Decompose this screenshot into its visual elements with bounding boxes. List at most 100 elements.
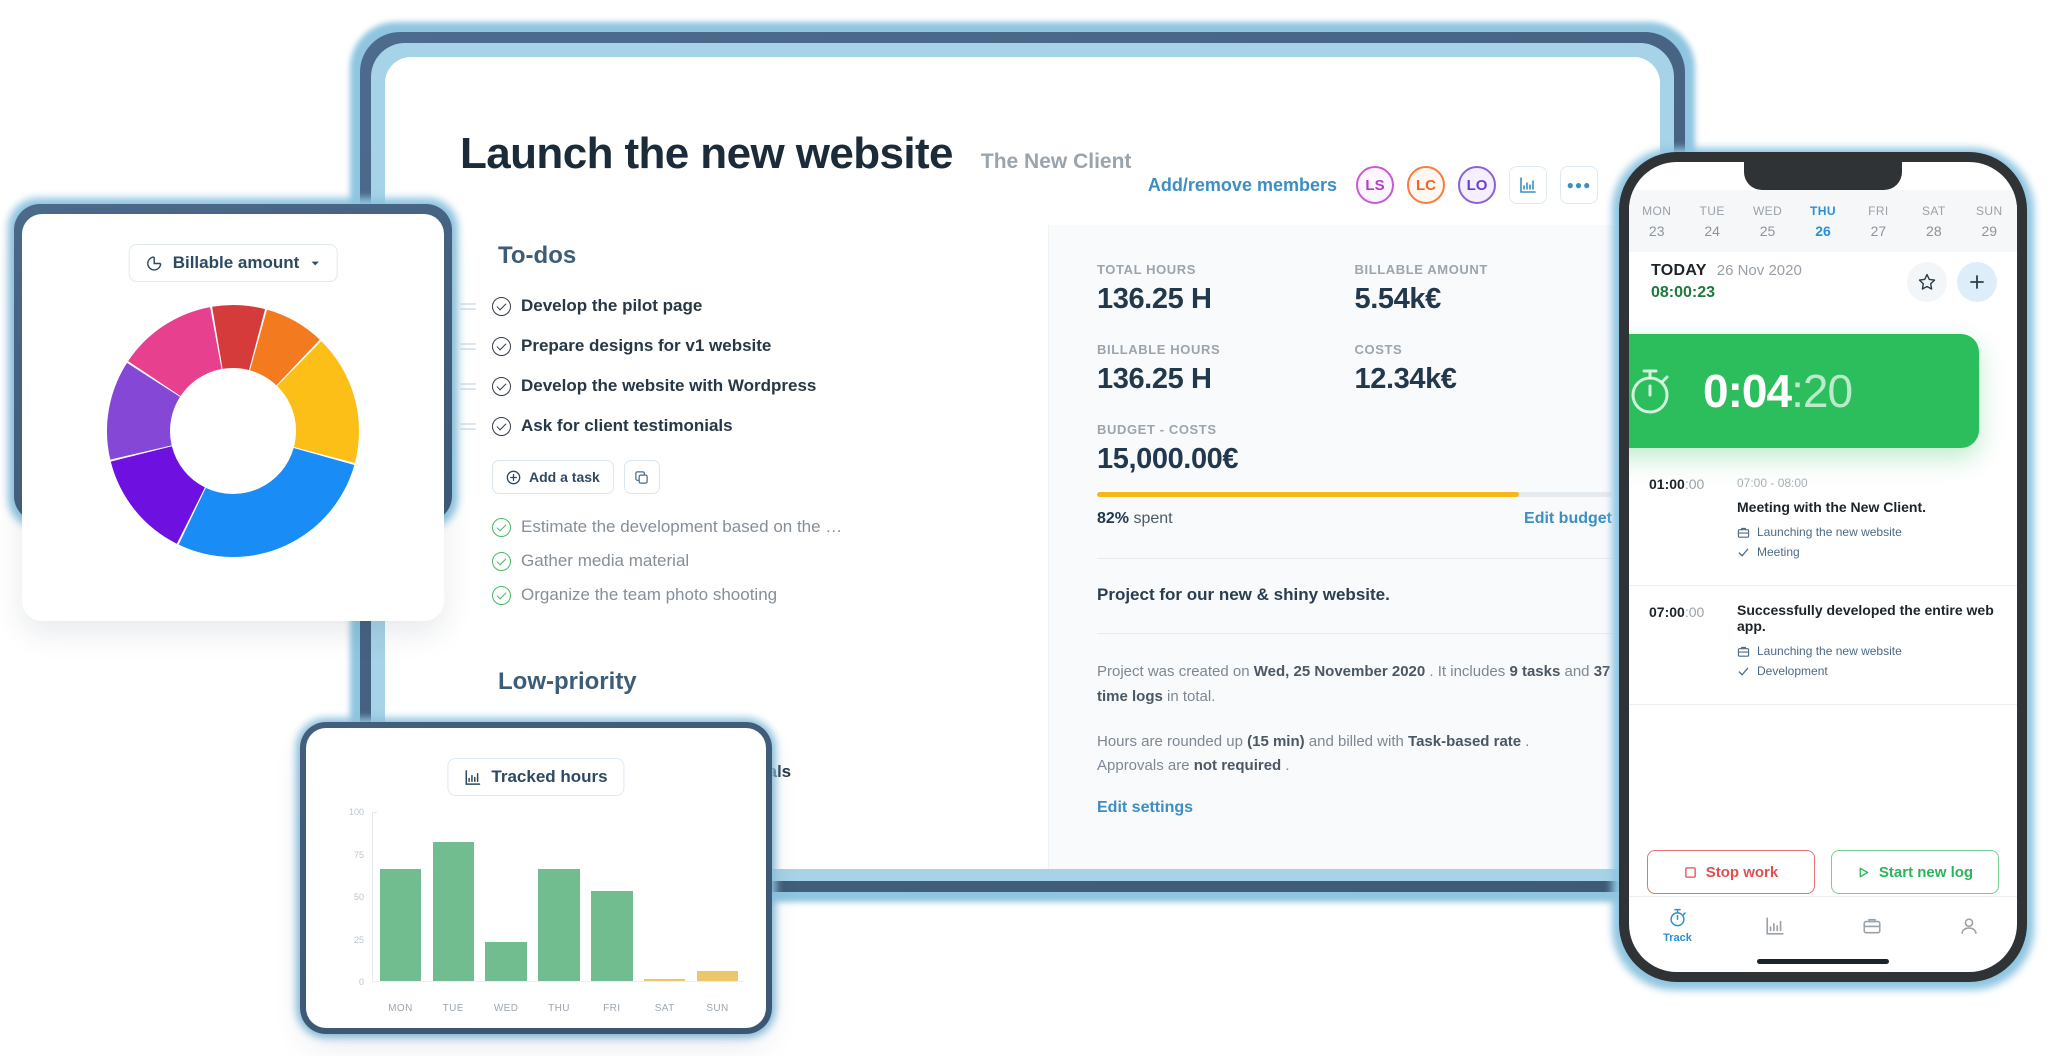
meta-text: and: [1560, 663, 1593, 680]
stop-icon: [1684, 866, 1697, 879]
checkbox-icon[interactable]: [492, 552, 511, 571]
stopwatch-icon: [1667, 907, 1688, 928]
x-axis-line: [372, 981, 744, 982]
stop-work-button[interactable]: Stop work: [1647, 850, 1815, 894]
bar-chart-icon[interactable]: [1509, 166, 1547, 204]
log-task-label: Meeting: [1757, 545, 1800, 559]
checkbox-icon[interactable]: [492, 337, 511, 356]
project-meta: Project was created on Wed, 25 November …: [1097, 633, 1612, 817]
project-description: Project for our new & shiny website.: [1097, 585, 1612, 605]
briefcase-icon: [1737, 645, 1750, 658]
meta-rounding: (15 min): [1247, 733, 1305, 750]
week-day[interactable]: SAT28: [1906, 204, 1961, 239]
completed-task-row[interactable]: Estimate the development based on the …: [492, 510, 980, 544]
completed-task-row[interactable]: Organize the team photo shooting: [492, 578, 980, 612]
bar[interactable]: [538, 869, 579, 981]
task-label: Prepare designs for v1 website: [521, 336, 771, 356]
star-icon[interactable]: [1907, 262, 1947, 302]
bar[interactable]: [433, 842, 474, 981]
avatar[interactable]: LO: [1458, 166, 1496, 204]
tab-track[interactable]: Track: [1629, 907, 1726, 944]
week-day-name: SUN: [1962, 204, 2017, 218]
week-day[interactable]: FRI27: [1851, 204, 1906, 239]
task-row[interactable]: Develop the website with Wordpress: [460, 366, 980, 406]
checkbox-icon[interactable]: [492, 297, 511, 316]
completed-task-row[interactable]: Gather media material: [492, 544, 980, 578]
tracked-hours-plot: 0255075100 MONTUEWEDTHUFRISATSUN: [306, 804, 766, 1028]
bar[interactable]: [644, 979, 685, 981]
stat-costs: COSTS 12.34k€: [1355, 342, 1613, 396]
bar-column[interactable]: [433, 812, 474, 981]
today-date: 26 Nov 2020: [1717, 262, 1802, 279]
add-remove-members-link[interactable]: Add/remove members: [1148, 175, 1337, 196]
bar[interactable]: [591, 891, 632, 981]
bar-column[interactable]: [538, 812, 579, 981]
avatar[interactable]: LS: [1356, 166, 1394, 204]
list-item[interactable]: 01:00:00 07:00 - 08:00 Meeting with the …: [1629, 458, 2017, 586]
y-axis-tick: 25: [354, 935, 364, 945]
checkbox-icon[interactable]: [492, 586, 511, 605]
bar-column[interactable]: [591, 812, 632, 981]
drag-handle-icon[interactable]: [460, 423, 482, 430]
drag-handle-icon[interactable]: [460, 343, 482, 350]
week-day-name: MON: [1629, 204, 1684, 218]
avatar[interactable]: LC: [1407, 166, 1445, 204]
tracked-hours-button[interactable]: Tracked hours: [447, 758, 624, 796]
add-task-button[interactable]: Add a task: [492, 460, 614, 494]
bar[interactable]: [697, 971, 738, 981]
x-axis-tick: THU: [538, 1003, 579, 1014]
checkbox-icon[interactable]: [492, 417, 511, 436]
list-item[interactable]: 07:00:00 Successfully developed the enti…: [1629, 586, 2017, 705]
bar-column[interactable]: [644, 812, 685, 981]
meta-text: .: [1521, 733, 1529, 750]
week-day[interactable]: THU 26: [1795, 204, 1850, 239]
bar[interactable]: [485, 942, 526, 981]
task-row[interactable]: Ask for client testimonials: [460, 406, 980, 446]
briefcase-icon: [1737, 526, 1750, 539]
bar-column[interactable]: [380, 812, 421, 981]
stat-label: BILLABLE AMOUNT: [1355, 262, 1613, 277]
task-row[interactable]: Develop the pilot page: [460, 286, 980, 326]
checkbox-icon[interactable]: [492, 518, 511, 537]
project-stats-panel: TOTAL HOURS 136.25 H BILLABLE AMOUNT 5.5…: [1048, 225, 1660, 869]
tab-reports[interactable]: [1726, 916, 1823, 936]
bar-column[interactable]: [485, 812, 526, 981]
billable-amount-dropdown[interactable]: Billable amount: [129, 244, 338, 282]
task-label: Estimate the development based on the …: [521, 517, 842, 537]
edit-settings-link[interactable]: Edit settings: [1097, 799, 1612, 817]
stop-work-label: Stop work: [1706, 864, 1779, 881]
running-timer-banner[interactable]: 0:04:20: [1629, 334, 1979, 448]
x-axis-tick: TUE: [433, 1003, 474, 1014]
stat-label: TOTAL HOURS: [1097, 262, 1355, 277]
drag-handle-icon[interactable]: [460, 303, 482, 310]
phone-tab-bar: Track: [1629, 896, 2017, 954]
meta-text: in total.: [1163, 688, 1216, 705]
week-day-date: 25: [1740, 223, 1795, 239]
timer-seconds: :20: [1791, 365, 1852, 417]
week-day[interactable]: WED25: [1740, 204, 1795, 239]
edit-budget-link[interactable]: Edit budget: [1524, 510, 1612, 528]
drag-handle-icon[interactable]: [460, 383, 482, 390]
task-row[interactable]: Prepare designs for v1 website: [460, 326, 980, 366]
start-new-log-button[interactable]: Start new log: [1831, 850, 1999, 894]
plus-icon[interactable]: [1957, 262, 1997, 302]
stat-value: 136.25 H: [1097, 363, 1355, 396]
week-day[interactable]: SUN29: [1962, 204, 2017, 239]
bar-column[interactable]: [697, 812, 738, 981]
tab-profile[interactable]: [1920, 916, 2017, 936]
bar[interactable]: [380, 869, 421, 981]
donut-segment[interactable]: [179, 448, 355, 557]
week-day[interactable]: TUE24: [1684, 204, 1739, 239]
task-label: Gather media material: [521, 551, 689, 571]
checkbox-icon[interactable]: [492, 377, 511, 396]
week-day-name: THU: [1795, 204, 1850, 218]
copy-icon[interactable]: [624, 460, 660, 494]
tab-projects[interactable]: [1823, 916, 1920, 936]
timer-value: 0:04:20: [1703, 364, 1852, 418]
spent-suffix: spent: [1133, 510, 1172, 527]
task-label: Develop the pilot page: [521, 296, 702, 316]
week-day-date: 26: [1795, 223, 1850, 239]
log-duration-main: 01:00: [1649, 476, 1685, 492]
week-day[interactable]: MON23: [1629, 204, 1684, 239]
ellipsis-icon[interactable]: ●●●: [1560, 166, 1598, 204]
